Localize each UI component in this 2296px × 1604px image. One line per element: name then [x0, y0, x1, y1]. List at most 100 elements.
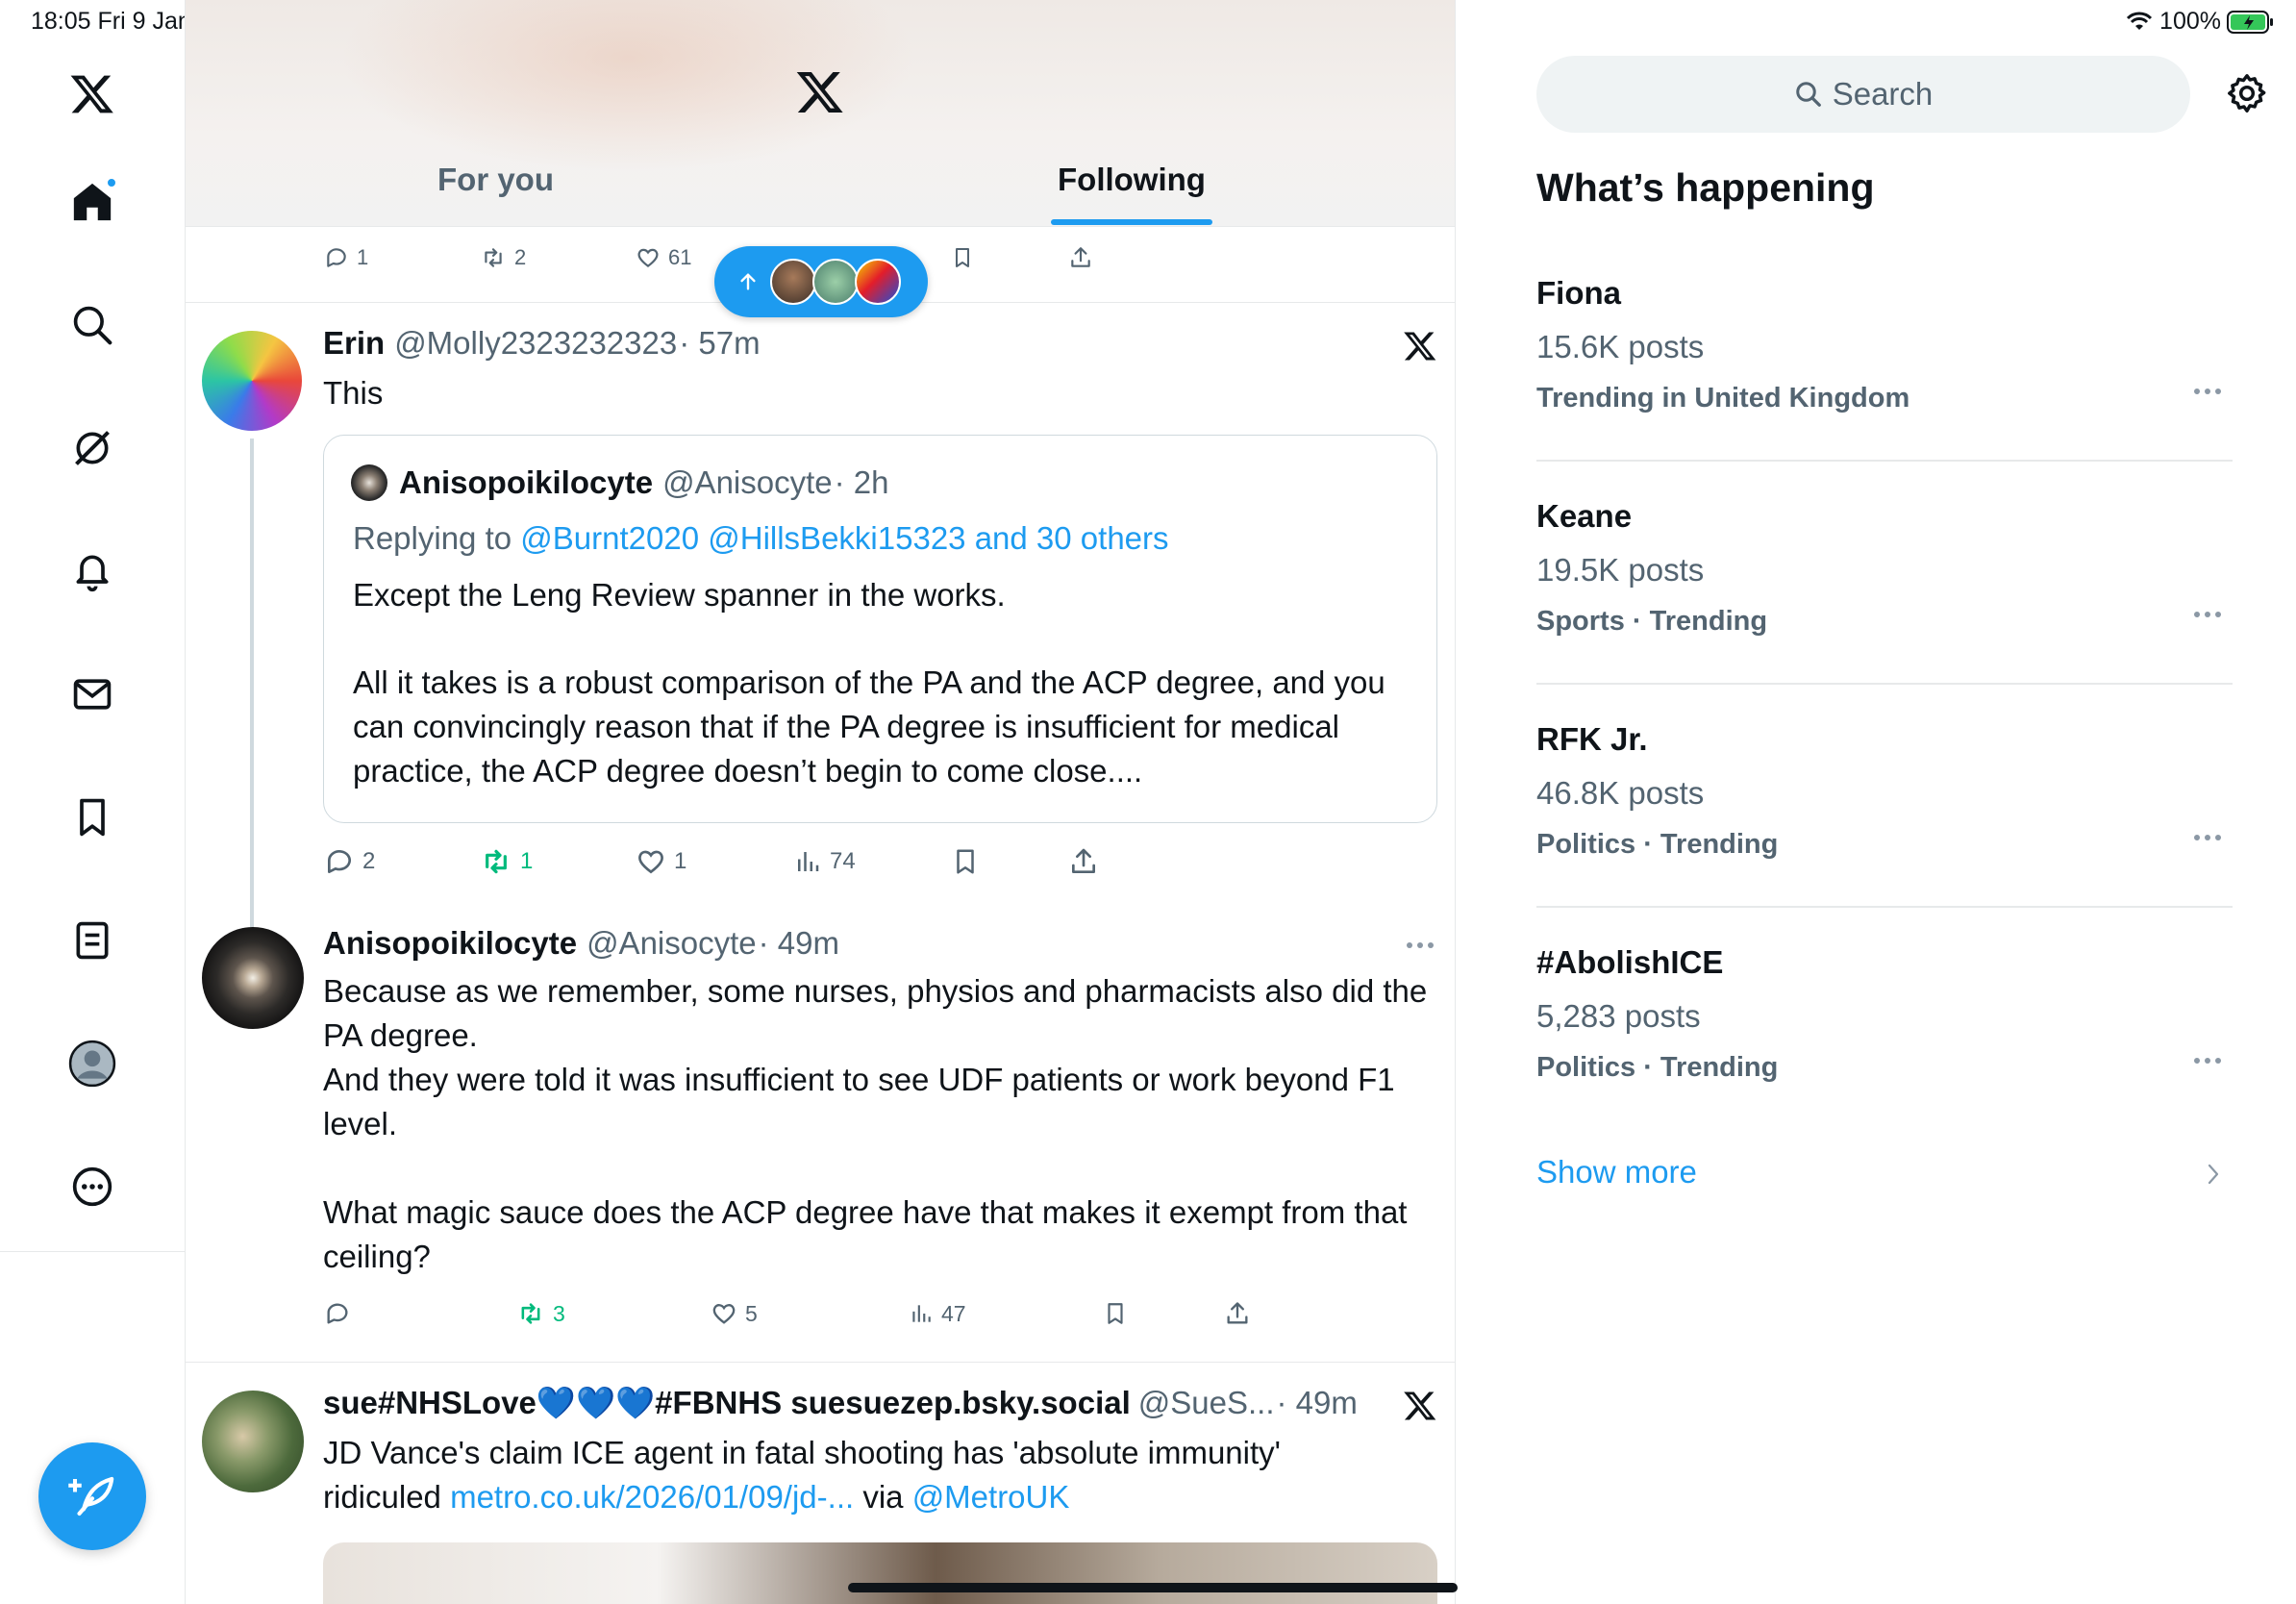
trend-item[interactable]: Keane 19.5K posts Sports · Trending: [1536, 498, 2233, 638]
like-button[interactable]: 1: [636, 846, 686, 877]
trend-item[interactable]: Fiona 15.6K posts Trending in United Kin…: [1536, 275, 2233, 414]
via-text: via: [862, 1479, 904, 1515]
right-sidebar: Search What’s happening Fiona 15.6K post…: [1456, 0, 2296, 1604]
search-placeholder: Search: [1832, 76, 1934, 112]
repost-count: 3: [553, 1300, 565, 1326]
more-options-icon[interactable]: [1407, 942, 1434, 948]
profile-icon[interactable]: [60, 1031, 125, 1096]
repost-count: 2: [514, 245, 527, 269]
handle[interactable]: @Anisocyte: [586, 925, 757, 962]
tab-for-you[interactable]: For you: [437, 162, 554, 198]
mail-icon[interactable]: [60, 662, 125, 727]
post-text: This: [323, 375, 384, 411]
trend-more-icon[interactable]: [2194, 1058, 2221, 1064]
search-input[interactable]: Search: [1536, 56, 2190, 133]
new-post-avatar: [770, 259, 816, 305]
bookmark-button[interactable]: [1103, 1300, 1128, 1327]
post-text: JD Vance's claim ICE agent in fatal shoo…: [323, 1431, 1381, 1519]
views-button[interactable]: 47: [909, 1301, 966, 1327]
rail-divider: [0, 1251, 186, 1252]
like-button[interactable]: 5: [711, 1300, 758, 1327]
reply-button[interactable]: 2: [324, 846, 375, 877]
repost-icon: [521, 1303, 540, 1324]
compose-button[interactable]: [38, 1442, 146, 1550]
trend-meta: Trending in United Kingdom: [1536, 383, 1910, 414]
show-more-link[interactable]: Show more: [1536, 1154, 1697, 1190]
lists-icon[interactable]: [60, 908, 125, 973]
bookmark-icon[interactable]: [60, 785, 125, 850]
grok-icon[interactable]: [60, 415, 125, 481]
trend-meta: Politics · Trending: [1536, 829, 1779, 860]
trend-count: 46.8K posts: [1536, 775, 1705, 811]
handle[interactable]: @Molly2323232323: [394, 325, 677, 362]
post-anisopoikilocyte[interactable]: Anisopoikilocyte @Anisocyte · 49m Becaus…: [186, 898, 1455, 1360]
display-name: Anisopoikilocyte: [399, 464, 654, 500]
timeline-header: For you Following: [186, 0, 1455, 227]
trend-item[interactable]: #AbolishICE 5,283 posts Politics · Trend…: [1536, 944, 2233, 1084]
trend-divider: [1536, 460, 2233, 462]
share-button[interactable]: [1224, 1300, 1251, 1327]
handle: @Anisocyte: [662, 464, 833, 500]
trend-count: 15.6K posts: [1536, 329, 1705, 364]
home-icon[interactable]: [60, 169, 125, 235]
trend-more-icon[interactable]: [2194, 835, 2221, 840]
timestamp[interactable]: · 49m: [1277, 1385, 1358, 1421]
bell-icon[interactable]: [60, 539, 125, 604]
article-link[interactable]: metro.co.uk/2026/01/09/jd-...: [450, 1479, 854, 1515]
quote-header: Anisopoikilocyte @Anisocyte · 2h: [399, 464, 889, 501]
reply-icon: [328, 850, 351, 873]
bookmark-button[interactable]: [951, 846, 980, 877]
home-indicator[interactable]: [848, 1583, 1458, 1592]
x-logo-icon[interactable]: [60, 62, 125, 127]
new-posts-pill[interactable]: [714, 246, 928, 317]
trend-more-icon[interactable]: [2194, 612, 2221, 617]
avatar[interactable]: [202, 927, 304, 1029]
settings-gear-icon[interactable]: [2225, 71, 2269, 115]
views-icon: [912, 1305, 931, 1322]
share-button[interactable]: [1068, 245, 1093, 270]
tab-following[interactable]: Following: [1058, 162, 1206, 198]
timeline[interactable]: For you Following 1 2 61 Erin @Molly2323…: [186, 0, 1456, 1604]
reply-icon: [327, 1303, 348, 1324]
share-icon: [1072, 848, 1095, 873]
avatar[interactable]: [202, 331, 302, 431]
repost-button[interactable]: 1: [480, 846, 533, 877]
views-count: 47: [941, 1300, 966, 1326]
repost-button[interactable]: 3: [516, 1300, 565, 1327]
share-icon: [1071, 247, 1090, 267]
timestamp[interactable]: · 57m: [679, 325, 760, 362]
x-grok-icon[interactable]: [1403, 1389, 1437, 1423]
handle[interactable]: @SueS...: [1138, 1385, 1275, 1421]
post-paragraph: What magic sauce does the ACP degree hav…: [323, 1194, 1408, 1274]
repost-button[interactable]: 2: [480, 245, 526, 270]
x-grok-icon[interactable]: [1403, 329, 1437, 363]
trend-item[interactable]: RFK Jr. 46.8K posts Politics · Trending: [1536, 721, 2233, 861]
quoted-post[interactable]: Anisopoikilocyte @Anisocyte · 2h Replyin…: [323, 435, 1437, 823]
search-icon[interactable]: [60, 292, 125, 358]
chevron-right-icon[interactable]: [2204, 1162, 2223, 1187]
bookmark-button[interactable]: [951, 245, 974, 270]
x-logo-icon: [795, 67, 845, 117]
like-count: 61: [668, 245, 692, 269]
reply-count: 2: [362, 848, 376, 874]
post-media-image[interactable]: [323, 1542, 1437, 1604]
display-name[interactable]: Erin: [323, 325, 385, 362]
display-name[interactable]: Anisopoikilocyte: [323, 925, 577, 962]
avatar: [351, 464, 387, 501]
reply-button[interactable]: 1: [324, 245, 368, 270]
display-name[interactable]: sue#NHSLove💙💙💙#FBNHS suesuezep.bsky.soci…: [323, 1385, 1131, 1422]
share-button[interactable]: [1068, 846, 1099, 877]
trend-more-icon[interactable]: [2194, 388, 2221, 394]
post-erin[interactable]: Erin @Molly2323232323 · 57m This Anisopo…: [186, 302, 1455, 931]
more-icon[interactable]: [60, 1154, 125, 1219]
trend-meta: Sports · Trending: [1536, 606, 1768, 637]
like-button[interactable]: 61: [636, 245, 691, 270]
mention-link[interactable]: @MetroUK: [912, 1479, 1070, 1515]
avatar[interactable]: [202, 1391, 304, 1492]
post-header: Anisopoikilocyte @Anisocyte · 49m: [323, 925, 839, 962]
views-count: 74: [830, 848, 856, 874]
views-button[interactable]: 74: [793, 847, 856, 876]
reply-button[interactable]: [324, 1300, 359, 1327]
timestamp[interactable]: · 49m: [759, 925, 839, 962]
replying-to-handles[interactable]: @Burnt2020 @HillsBekki15323 and 30 other…: [520, 520, 1168, 556]
